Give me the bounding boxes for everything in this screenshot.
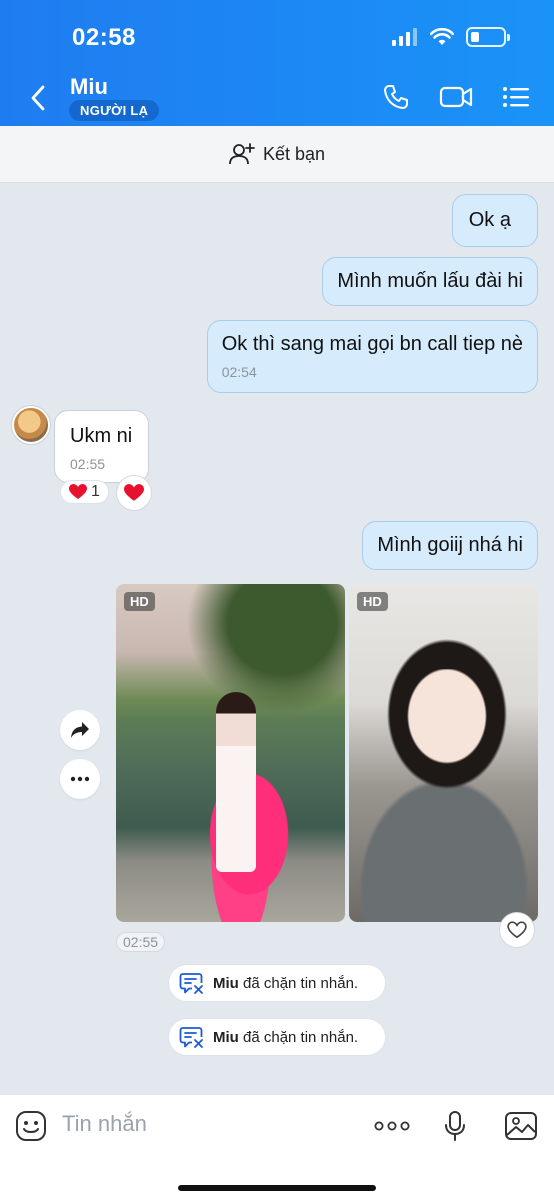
- status-time: 02:58: [72, 24, 136, 51]
- battery-icon: [466, 27, 510, 47]
- list-menu-icon: [503, 87, 529, 107]
- react-button[interactable]: [499, 912, 535, 948]
- add-friend-button[interactable]: Kết bạn: [0, 126, 554, 183]
- status-icons: [392, 27, 510, 47]
- heart-icon: [124, 484, 144, 501]
- photo-tree: [186, 584, 345, 714]
- back-button[interactable]: [24, 82, 52, 114]
- photo-lake-portrait[interactable]: HD: [116, 584, 345, 922]
- video-camera-icon: [439, 86, 473, 108]
- more-actions-button[interactable]: [374, 1109, 410, 1143]
- voice-button[interactable]: [438, 1109, 472, 1143]
- more-dots-icon: [70, 776, 90, 782]
- blocked-notice: Miu đã chặn tin nhắn.: [168, 1018, 386, 1056]
- message-bubble-outgoing[interactable]: Mình goiij nhá hi: [362, 521, 538, 570]
- add-user-icon: [229, 143, 255, 165]
- message-bubble-incoming[interactable]: Ukm ni 02:55: [54, 410, 150, 483]
- contact-avatar[interactable]: [12, 406, 50, 444]
- hd-badge: HD: [357, 592, 388, 611]
- photo-selfie[interactable]: HD: [349, 584, 538, 922]
- message-text: Ukm ni: [70, 425, 133, 447]
- forward-button[interactable]: [60, 710, 100, 750]
- heart-outline-icon: [507, 921, 527, 939]
- image-icon: [505, 1112, 537, 1140]
- video-call-button[interactable]: [438, 82, 474, 112]
- blocked-notice: Miu đã chặn tin nhắn.: [168, 964, 386, 1002]
- microphone-icon: [445, 1111, 465, 1141]
- hd-badge: HD: [124, 592, 155, 611]
- stranger-badge: NGƯỜI LẠ: [69, 100, 160, 121]
- notice-name: Miu: [213, 1028, 239, 1046]
- blocked-chat-icon: [179, 1027, 203, 1048]
- message-text: Ok thì sang mai gọi bn call tiep nè: [221, 333, 523, 355]
- photo-person: [216, 692, 256, 872]
- blocked-chat-icon: [179, 973, 203, 994]
- chevron-left-icon: [31, 85, 45, 111]
- signal-icon: [392, 28, 417, 46]
- reaction-count: 1: [91, 483, 100, 500]
- message-bubble-outgoing[interactable]: Ok ạ: [451, 194, 538, 247]
- contact-name[interactable]: Miu: [70, 74, 108, 100]
- more-dots-icon: [374, 1121, 410, 1131]
- emoji-icon: [16, 1111, 46, 1141]
- heart-icon: [69, 484, 87, 499]
- message-bubble-outgoing[interactable]: Mình muốn lấu đài hi: [322, 257, 538, 306]
- menu-button[interactable]: [500, 82, 532, 112]
- share-arrow-icon: [71, 722, 89, 738]
- message-text: Mình goiij nhá hi: [377, 534, 523, 556]
- add-friend-label: Kết bạn: [262, 143, 326, 164]
- message-time: 02:55: [70, 456, 106, 472]
- notice-name: Miu: [213, 974, 239, 992]
- message-text: Ok ạ: [468, 209, 511, 231]
- photo-time: 02:55: [116, 932, 166, 952]
- photo-face: [407, 669, 487, 764]
- sticker-button[interactable]: [14, 1109, 48, 1143]
- message-bubble-outgoing[interactable]: Ok thì sang mai gọi bn call tiep nè 02:5…: [206, 320, 538, 393]
- message-input[interactable]: Tin nhắn: [62, 1111, 147, 1137]
- notice-message: đã chặn tin nhắn.: [243, 1028, 359, 1046]
- home-indicator: [178, 1185, 376, 1191]
- more-options-button[interactable]: [60, 759, 100, 799]
- phone-icon: [384, 85, 408, 109]
- notice-text: Miu đã chặn tin nhắn.: [213, 975, 358, 992]
- message-time: 02:54: [221, 364, 257, 380]
- react-button[interactable]: [116, 475, 152, 511]
- message-input-bar: Tin nhắn: [0, 1094, 554, 1200]
- gallery-button[interactable]: [504, 1109, 538, 1143]
- wifi-icon: [430, 28, 454, 45]
- call-button[interactable]: [380, 82, 412, 112]
- notice-text: Miu đã chặn tin nhắn.: [213, 1029, 358, 1046]
- reaction-summary[interactable]: 1: [60, 480, 109, 504]
- chat-header: 02:58 Miu NGƯỜI LẠ: [0, 0, 554, 126]
- notice-message: đã chặn tin nhắn.: [243, 974, 359, 992]
- message-text: Mình muốn lấu đài hi: [337, 270, 523, 292]
